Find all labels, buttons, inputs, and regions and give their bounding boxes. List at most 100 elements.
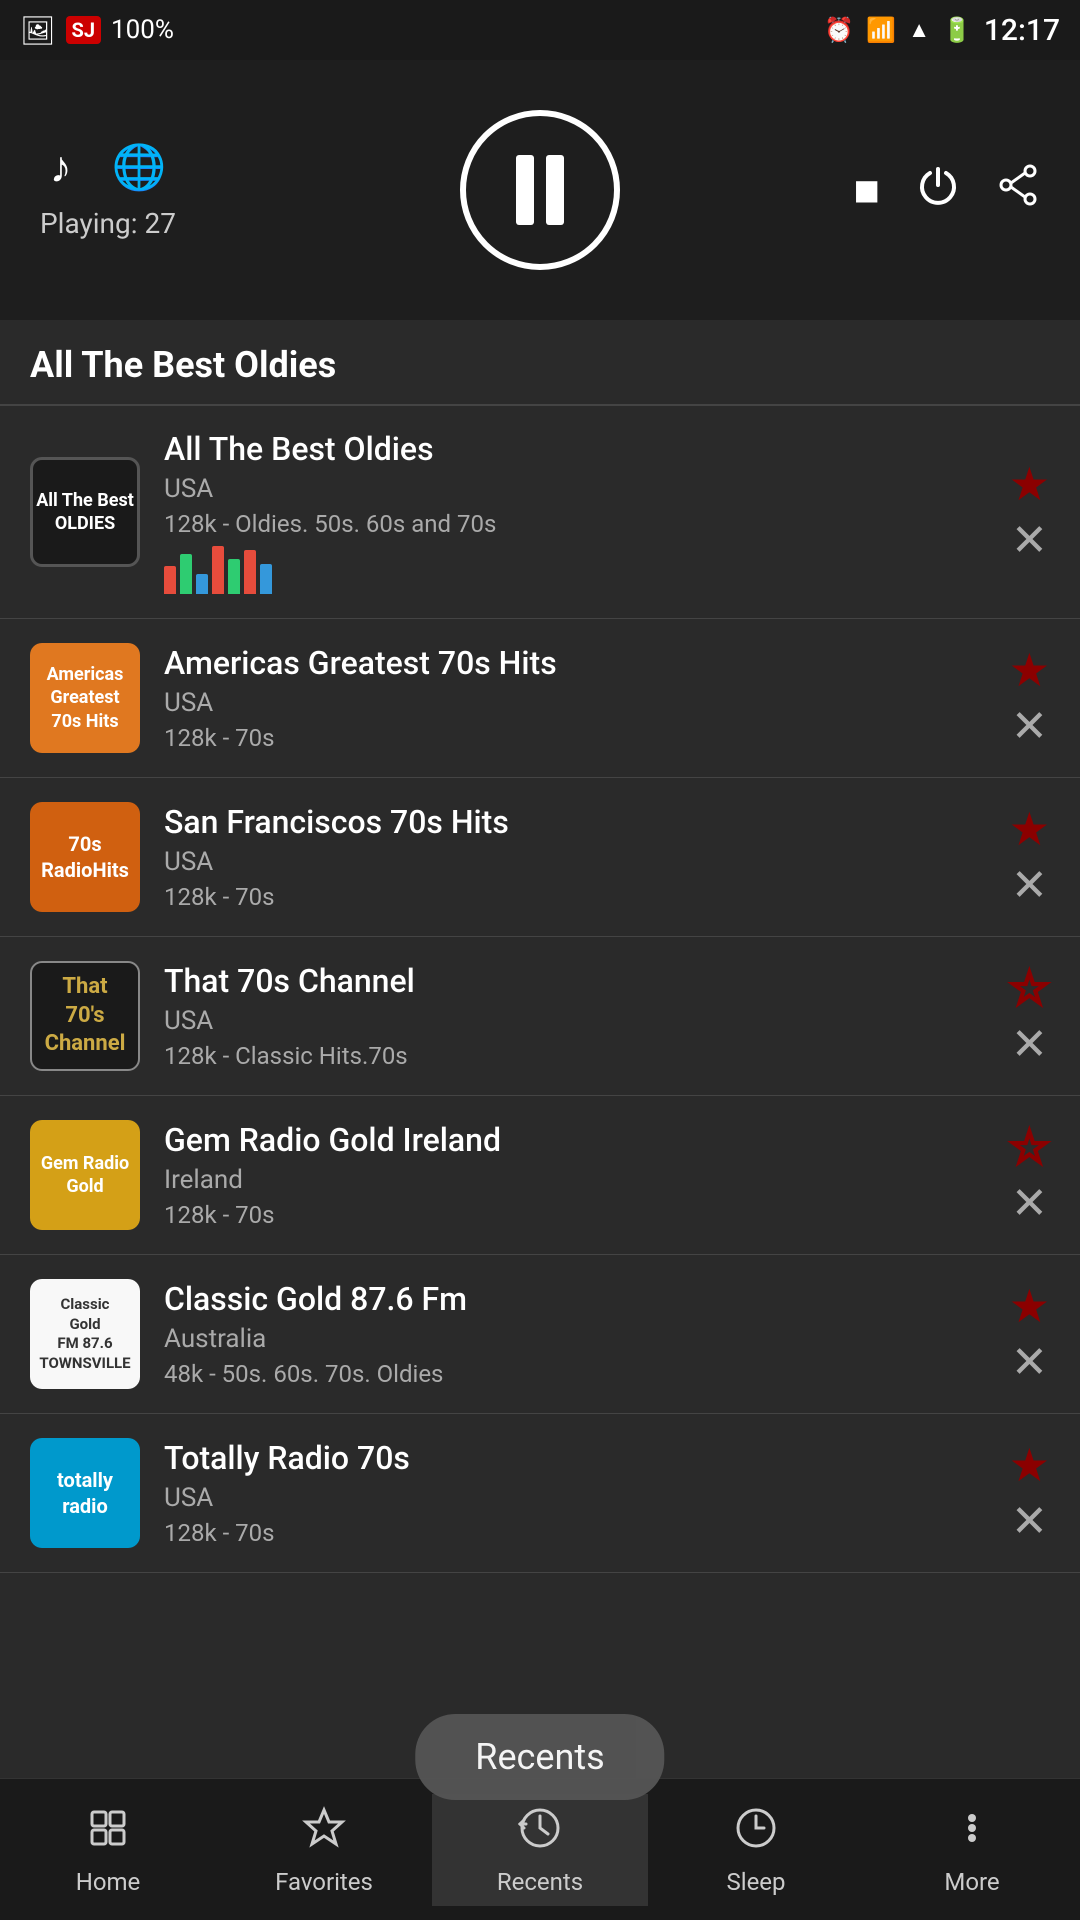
more-icon <box>948 1804 996 1860</box>
recents-tooltip: Recents <box>415 1714 664 1800</box>
radio-logo: All The Best OLDIES <box>30 457 140 567</box>
chart-bars <box>164 544 999 594</box>
alarm-icon: ⏰ <box>824 16 854 44</box>
radio-details: 128k - Oldies. 50s. 60s and 70s <box>164 510 999 538</box>
radio-name: Gem Radio Gold Ireland <box>164 1121 999 1159</box>
favorite-button[interactable]: ★ <box>1009 648 1050 694</box>
radio-name: San Franciscos 70s Hits <box>164 803 999 841</box>
radio-details: 128k - 70s <box>164 1201 999 1229</box>
pause-button[interactable] <box>460 110 620 270</box>
nav-more[interactable]: More <box>864 1794 1080 1906</box>
radio-country: USA <box>164 1006 999 1036</box>
time-display: 12:17 <box>984 13 1060 48</box>
radio-actions: ★ ✕ <box>1009 807 1050 907</box>
radio-details: 128k - 70s <box>164 724 999 752</box>
radio-logo: totally radio <box>30 1438 140 1548</box>
app-icon: SJ <box>66 16 102 44</box>
player-left: ♪ 🌐 Playing: 27 <box>40 141 176 240</box>
radio-details: 48k - 50s. 60s. 70s. Oldies <box>164 1360 999 1388</box>
radio-details: 128k - Classic Hits.70s <box>164 1042 999 1070</box>
radio-item[interactable]: That 70's Channel That 70s Channel USA 1… <box>0 937 1080 1096</box>
radio-info: All The Best Oldies USA 128k - Oldies. 5… <box>164 430 1009 594</box>
remove-button[interactable]: ✕ <box>1011 1340 1048 1384</box>
radio-actions: ☆ ✕ <box>1009 1125 1050 1225</box>
playing-text: Playing: 27 <box>40 207 176 240</box>
radio-info: Gem Radio Gold Ireland Ireland 128k - 70… <box>164 1121 1009 1229</box>
nav-recents-label: Recents <box>497 1868 583 1896</box>
radio-country: Australia <box>164 1324 999 1354</box>
remove-button[interactable]: ✕ <box>1011 863 1048 907</box>
battery-icon: 🔋 <box>942 16 972 44</box>
radio-actions: ★ ✕ <box>1009 1443 1050 1543</box>
radio-logo: 70s RadioHits <box>30 802 140 912</box>
radio-logo: Classic Gold FM 87.6 TOWNSVILLE <box>30 1279 140 1389</box>
favorite-button[interactable]: ☆ <box>1009 1125 1050 1171</box>
favorite-button[interactable]: ☆ <box>1009 966 1050 1012</box>
remove-button[interactable]: ✕ <box>1011 1499 1048 1543</box>
radio-item[interactable]: Americas Greatest 70s Hits Americas Grea… <box>0 619 1080 778</box>
sleep-icon <box>732 1804 780 1860</box>
image-icon: 🖼 <box>20 14 56 47</box>
signal-icon: ▲ <box>908 17 930 43</box>
radio-name: Totally Radio 70s <box>164 1439 999 1477</box>
globe-icon[interactable]: 🌐 <box>112 141 167 193</box>
player-header: ♪ 🌐 Playing: 27 ■ <box>0 60 1080 320</box>
radio-actions: ★ ✕ <box>1009 1284 1050 1384</box>
favorites-icon <box>300 1804 348 1860</box>
radio-name: That 70s Channel <box>164 962 999 1000</box>
radio-country: USA <box>164 474 999 504</box>
radio-info: Americas Greatest 70s Hits USA 128k - 70… <box>164 644 1009 752</box>
home-icon <box>84 1804 132 1860</box>
favorite-button[interactable]: ★ <box>1009 807 1050 853</box>
radio-details: 128k - 70s <box>164 1519 999 1547</box>
section-title: All The Best Oldies <box>0 320 1080 404</box>
nav-home[interactable]: Home <box>0 1794 216 1906</box>
remove-button[interactable]: ✕ <box>1011 704 1048 748</box>
radio-logo: Gem Radio Gold <box>30 1120 140 1230</box>
player-left-icons: ♪ 🌐 <box>50 141 167 193</box>
radio-name: Classic Gold 87.6 Fm <box>164 1280 999 1318</box>
nav-recents[interactable]: Recents <box>432 1794 648 1906</box>
status-left: 🖼 SJ 100% <box>20 14 174 47</box>
remove-button[interactable]: ✕ <box>1011 1022 1048 1066</box>
stop-button[interactable]: ■ <box>853 164 880 216</box>
favorite-button[interactable]: ★ <box>1009 1443 1050 1489</box>
radio-item[interactable]: Classic Gold FM 87.6 TOWNSVILLE Classic … <box>0 1255 1080 1414</box>
radio-actions: ★ ✕ <box>1009 648 1050 748</box>
nav-favorites-label: Favorites <box>275 1868 373 1896</box>
music-icon[interactable]: ♪ <box>50 141 72 193</box>
radio-name: All The Best Oldies <box>164 430 999 468</box>
share-button[interactable] <box>996 163 1040 218</box>
radio-country: USA <box>164 688 999 718</box>
radio-item[interactable]: 70s RadioHits San Franciscos 70s Hits US… <box>0 778 1080 937</box>
radio-item[interactable]: totally radio Totally Radio 70s USA 128k… <box>0 1414 1080 1573</box>
radio-country: USA <box>164 847 999 877</box>
favorite-button[interactable]: ★ <box>1009 462 1050 508</box>
nav-sleep[interactable]: Sleep <box>648 1794 864 1906</box>
favorite-button[interactable]: ★ <box>1009 1284 1050 1330</box>
remove-button[interactable]: ✕ <box>1011 518 1048 562</box>
radio-country: USA <box>164 1483 999 1513</box>
radio-name: Americas Greatest 70s Hits <box>164 644 999 682</box>
radio-list: All The Best OLDIES All The Best Oldies … <box>0 406 1080 1573</box>
player-right: ■ <box>853 163 1040 218</box>
wifi-icon: 📶 <box>866 16 896 44</box>
remove-button[interactable]: ✕ <box>1011 1181 1048 1225</box>
radio-country: Ireland <box>164 1165 999 1195</box>
nav-home-label: Home <box>76 1868 141 1896</box>
radio-logo: That 70's Channel <box>30 961 140 1071</box>
radio-info: Classic Gold 87.6 Fm Australia 48k - 50s… <box>164 1280 1009 1388</box>
radio-item[interactable]: All The Best OLDIES All The Best Oldies … <box>0 406 1080 619</box>
status-right: ⏰ 📶 ▲ 🔋 12:17 <box>824 13 1060 48</box>
status-bar: 🖼 SJ 100% ⏰ 📶 ▲ 🔋 12:17 <box>0 0 1080 60</box>
nav-favorites[interactable]: Favorites <box>216 1794 432 1906</box>
radio-actions: ☆ ✕ <box>1009 966 1050 1066</box>
pause-icon <box>510 155 570 225</box>
nav-more-label: More <box>944 1868 999 1896</box>
power-button[interactable] <box>916 163 960 218</box>
radio-info: That 70s Channel USA 128k - Classic Hits… <box>164 962 1009 1070</box>
radio-item[interactable]: Gem Radio Gold Gem Radio Gold Ireland Ir… <box>0 1096 1080 1255</box>
radio-details: 128k - 70s <box>164 883 999 911</box>
battery-percent: 100% <box>111 15 174 45</box>
radio-info: Totally Radio 70s USA 128k - 70s <box>164 1439 1009 1547</box>
